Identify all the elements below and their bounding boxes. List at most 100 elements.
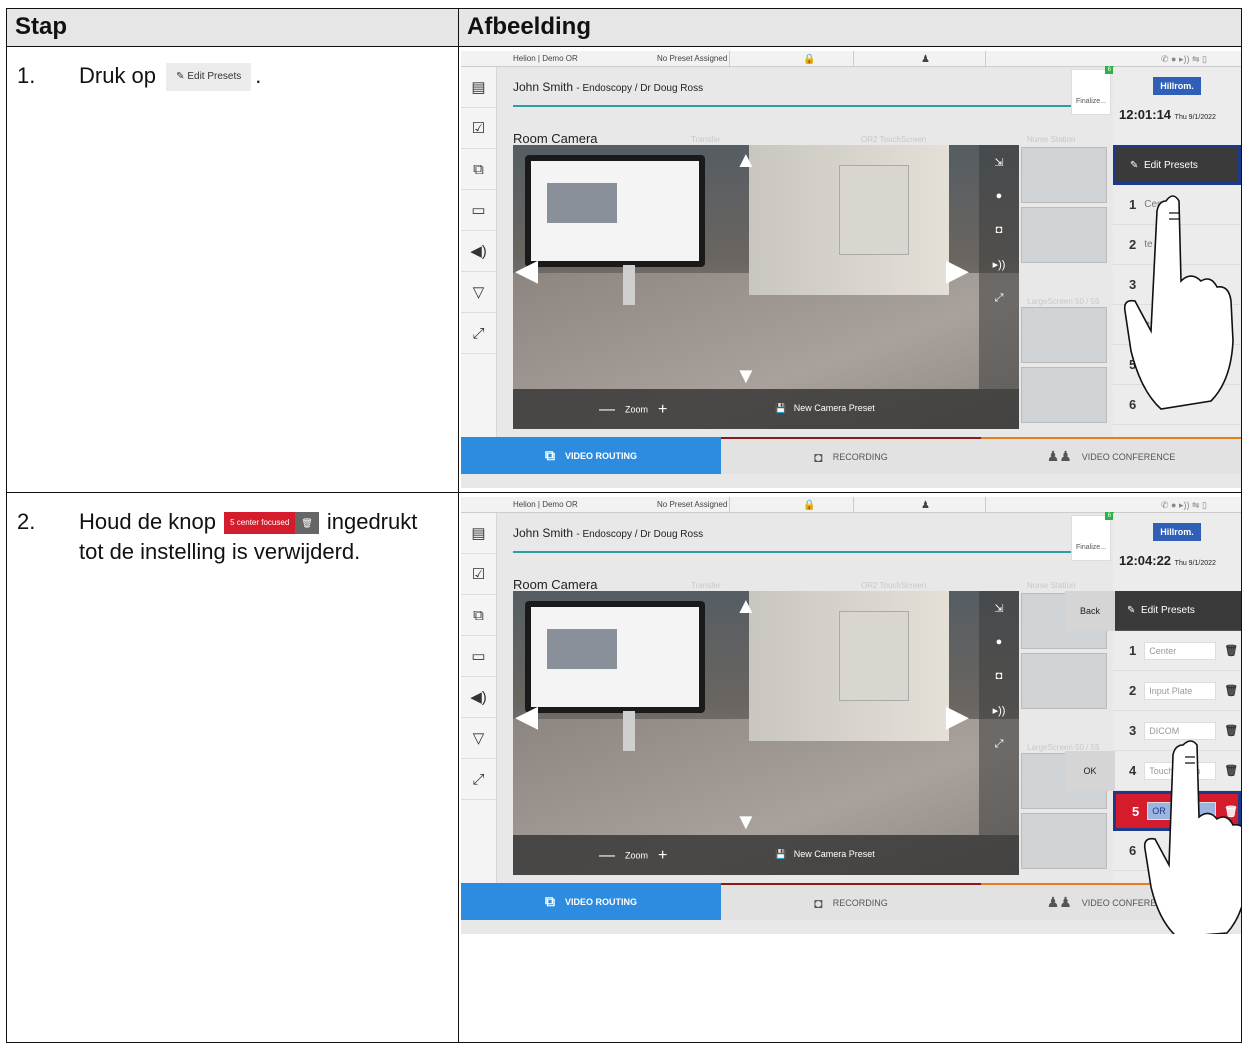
tab-video-routing[interactable]: ⧉ VIDEO ROUTING xyxy=(461,883,721,920)
zoom-out-button[interactable]: — xyxy=(599,401,615,418)
trash-icon[interactable]: 🗑 xyxy=(1224,684,1238,697)
preset-number: 5 xyxy=(1132,803,1140,819)
patient-card-icon[interactable]: ▤ xyxy=(461,513,496,554)
tab-recording[interactable]: ◘ RECORDING xyxy=(721,883,981,920)
tilt-up-icon[interactable]: ▲ xyxy=(735,593,757,619)
zoom-in-button[interactable]: + xyxy=(658,401,667,418)
preset-item-5[interactable]: 5 OR 🗑 xyxy=(1113,791,1241,831)
speaker-icon[interactable]: ◀) xyxy=(461,677,496,718)
preset-item-4[interactable]: 4 Touchscreen 🗑 xyxy=(1113,751,1241,791)
zoom-out-button[interactable]: — xyxy=(599,847,615,864)
broadcast-icon[interactable]: ▸)) xyxy=(979,693,1019,727)
camera-feed[interactable]: ◀ ▶ ▲ ▼ ⇲ ● ◘ ▸)) ⤢ — Zoom + 💾 New Camera … xyxy=(513,145,1019,429)
lock-icon[interactable]: 🔒 xyxy=(803,54,815,65)
thumbnail xyxy=(1021,653,1107,709)
preset-item-6[interactable]: 6 xyxy=(1113,385,1241,425)
tilt-down-icon[interactable]: ▼ xyxy=(735,809,757,835)
preset-name-field[interactable]: Center xyxy=(1144,641,1217,660)
display-icon[interactable]: ▭ xyxy=(461,636,496,677)
pan-left-icon[interactable]: ◀ xyxy=(515,253,538,288)
room-label: Helion | Demo OR xyxy=(513,54,578,63)
preset-name: en xyxy=(1144,319,1156,330)
camera-move-icon[interactable]: ⤢ xyxy=(461,313,496,354)
patient-card-icon[interactable]: ▤ xyxy=(461,67,496,108)
checklist-icon[interactable]: ☑ xyxy=(461,108,496,149)
preset-number: 1 xyxy=(1129,197,1137,212)
fullscreen-icon[interactable]: ⤢ xyxy=(979,727,1019,761)
snapshot-corner-icon[interactable]: ⇲ xyxy=(979,145,1019,179)
camera-icon[interactable]: ◘ xyxy=(979,213,1019,247)
back-button[interactable]: Back xyxy=(1065,591,1115,631)
tilt-down-icon[interactable]: ▼ xyxy=(735,363,757,389)
preset-item-1[interactable]: 1 Cen xyxy=(1113,185,1241,225)
routing-icon[interactable]: ⧉ xyxy=(461,149,496,190)
bottom-tabs: ⧉ VIDEO ROUTING ◘ RECORDING ♟♟ VIDEO CONFER… xyxy=(461,883,1241,920)
display-icon[interactable]: ▭ xyxy=(461,190,496,231)
finalize-button[interactable]: 6 Finalize... xyxy=(1071,512,1114,561)
camera-move-icon[interactable]: ⤢ xyxy=(461,759,496,800)
trash-icon[interactable]: 🗑 xyxy=(1224,764,1238,777)
new-camera-preset-button[interactable]: 💾 New Camera Preset xyxy=(775,403,875,414)
finalize-button[interactable]: 6 Finalize... xyxy=(1071,66,1114,115)
ghost-label: Transfer xyxy=(691,581,721,590)
ok-button[interactable]: OK xyxy=(1065,751,1115,791)
trash-icon[interactable]: 🗑 xyxy=(1224,724,1238,737)
pan-right-icon[interactable]: ▶ xyxy=(946,699,969,734)
light-icon[interactable]: ▽ xyxy=(461,272,496,313)
preset-name-field[interactable]: Touchscreen xyxy=(1144,761,1217,780)
left-toolbar: ▤ ☑ ⧉ ▭ ◀) ▽ ⤢ xyxy=(461,513,497,883)
tab-video-conference[interactable]: ♟♟ VIDEO CONFERENCE xyxy=(981,437,1241,474)
screenshot-2: Helion | Demo OR No Preset Assigned 🔒 ♟ … xyxy=(461,497,1241,934)
person-icon[interactable]: ♟ xyxy=(921,500,930,511)
person-icon[interactable]: ♟ xyxy=(921,54,930,65)
preset-name-field[interactable]: Input Plate xyxy=(1144,681,1217,700)
broadcast-icon[interactable]: ▸)) xyxy=(979,247,1019,281)
pan-left-icon[interactable]: ◀ xyxy=(515,699,538,734)
preset-item-6[interactable]: 6 xyxy=(1113,831,1241,871)
preset-item-3[interactable]: 3 DICOM 🗑 xyxy=(1113,711,1241,751)
snapshot-corner-icon[interactable]: ⇲ xyxy=(979,591,1019,625)
trash-icon[interactable]: 🗑 xyxy=(1224,805,1238,818)
tab-recording[interactable]: ◘ RECORDING xyxy=(721,437,981,474)
fullscreen-icon[interactable]: ⤢ xyxy=(979,281,1019,315)
trash-icon[interactable]: 🗑 xyxy=(1224,644,1238,657)
pan-right-icon[interactable]: ▶ xyxy=(946,253,969,288)
routing-icon[interactable]: ⧉ xyxy=(461,595,496,636)
tab-video-routing[interactable]: ⧉ VIDEO ROUTING xyxy=(461,437,721,474)
lock-icon[interactable]: 🔒 xyxy=(803,500,815,511)
edit-presets-button[interactable]: ✎ Edit Presets xyxy=(1113,145,1241,185)
preset-item-3[interactable]: 3 xyxy=(1113,265,1241,305)
equipment-rack xyxy=(839,611,909,701)
new-camera-preset-button[interactable]: 💾 New Camera Preset xyxy=(775,849,875,860)
preset-number: 3 xyxy=(1129,277,1137,292)
preset-item-1[interactable]: 1 Center 🗑 xyxy=(1113,631,1241,671)
preset-item-2[interactable]: 2 te xyxy=(1113,225,1241,265)
camera-feed[interactable]: ◀ ▶ ▲ ▼ ⇲ ● ◘ ▸)) ⤢ — Zoom + 💾 New Camera … xyxy=(513,591,1019,875)
edit-presets-button[interactable]: ✎ Edit Presets xyxy=(1113,591,1241,631)
preset-name-field[interactable]: DICOM xyxy=(1144,721,1217,740)
step-2-cell: 2. Houd de knop 5 center focused 🗑 ingedr… xyxy=(6,492,459,1043)
zoom-label: Zoom xyxy=(625,404,649,415)
record-dot-icon[interactable]: ● xyxy=(979,625,1019,659)
tab-video-conference[interactable]: ♟♟ VIDEO CONFERENCE xyxy=(981,883,1241,920)
camera-title: Room Camera xyxy=(513,577,598,592)
step-1-image-cell: Helion | Demo OR No Preset Assigned 🔒 ♟ … xyxy=(458,46,1242,493)
checklist-icon[interactable]: ☑ xyxy=(461,554,496,595)
zoom-in-button[interactable]: + xyxy=(658,847,667,864)
camera-icon[interactable]: ◘ xyxy=(979,659,1019,693)
zoom-bar: — Zoom + 💾 New Camera Preset xyxy=(513,835,1019,875)
video-conference-icon: ♟♟ xyxy=(1046,448,1072,464)
thumbnail xyxy=(1021,367,1107,423)
record-dot-icon[interactable]: ● xyxy=(979,179,1019,213)
preset-name-field[interactable]: OR xyxy=(1147,802,1217,820)
recording-icon: ◘ xyxy=(814,894,823,911)
tilt-up-icon[interactable]: ▲ xyxy=(735,147,757,173)
speaker-icon[interactable]: ◀) xyxy=(461,231,496,272)
preset-item-2[interactable]: 2 Input Plate 🗑 xyxy=(1113,671,1241,711)
patient-name: John Smith xyxy=(513,526,574,540)
screenshot-1: Helion | Demo OR No Preset Assigned 🔒 ♟ … xyxy=(461,51,1241,488)
header-image: Afbeelding xyxy=(458,8,1242,47)
light-icon[interactable]: ▽ xyxy=(461,718,496,759)
preset-item-4[interactable]: 4 en xyxy=(1113,305,1241,345)
preset-item-5[interactable]: 5 xyxy=(1113,345,1241,385)
